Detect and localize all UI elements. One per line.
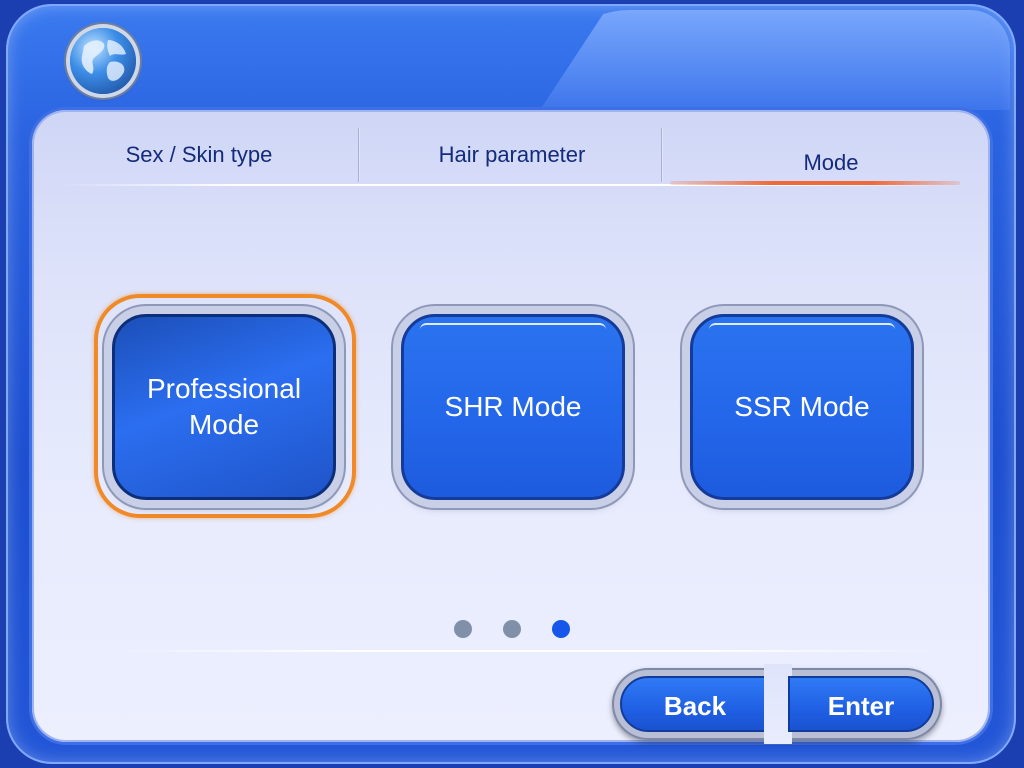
header-gloss xyxy=(540,10,1010,110)
page-indicator-dot-2[interactable] xyxy=(503,620,521,638)
ssr-mode-label: SSR Mode xyxy=(734,391,870,423)
professional-mode-button[interactable]: Professional Mode xyxy=(112,314,336,500)
shr-mode-label: SHR Mode xyxy=(444,391,582,423)
button-shine xyxy=(709,323,895,349)
globe-icon xyxy=(70,28,136,94)
tab-divider xyxy=(661,128,663,182)
page-indicator-dot-3[interactable] xyxy=(552,620,570,638)
bottom-separator-line xyxy=(100,650,960,652)
page-indicator-dot-1[interactable] xyxy=(454,620,472,638)
ssr-mode-button[interactable]: SSR Mode xyxy=(690,314,914,500)
tab-active-indicator xyxy=(670,181,960,185)
professional-mode-label-line1: Professional xyxy=(146,373,302,405)
enter-button[interactable]: Enter xyxy=(788,676,934,732)
tab-sex-skin-type[interactable]: Sex / Skin type xyxy=(40,130,358,180)
back-button[interactable]: Back xyxy=(620,676,770,732)
shr-mode-button[interactable]: SHR Mode xyxy=(401,314,625,500)
tab-hair-parameter[interactable]: Hair parameter xyxy=(362,130,662,180)
tab-divider xyxy=(358,128,360,182)
professional-mode-label: Professional Mode xyxy=(141,371,307,443)
button-shine xyxy=(420,323,606,349)
professional-mode-label-line2: Mode xyxy=(188,409,260,440)
